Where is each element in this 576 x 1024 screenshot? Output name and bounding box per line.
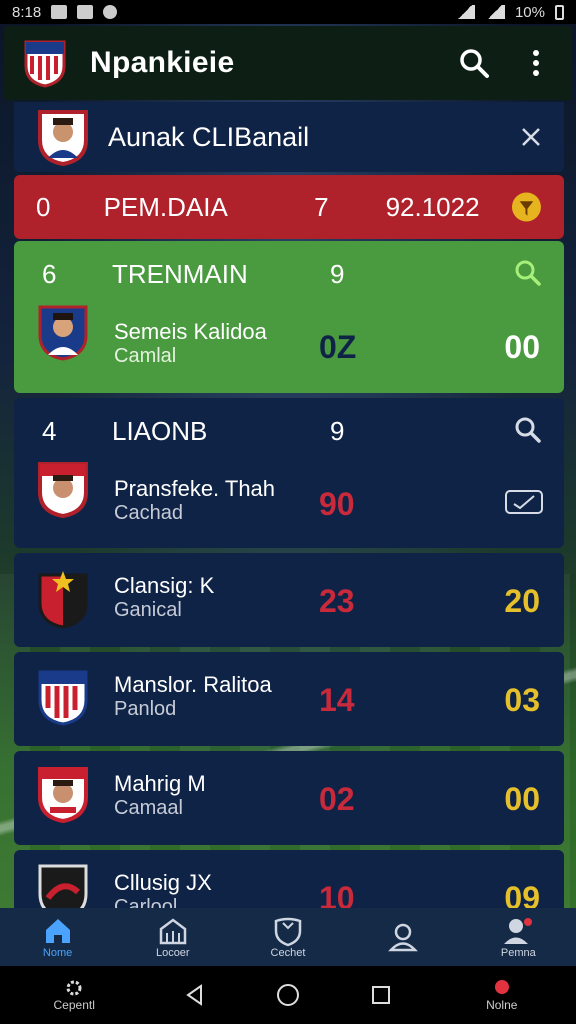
player-sub: Ganical (114, 599, 182, 621)
club-title: Aunak CLIBanail (108, 121, 310, 152)
score-right: 00 (504, 329, 540, 365)
settings-button[interactable]: Cepentl (34, 978, 114, 1012)
score-right: 09 (504, 880, 540, 908)
player-name: Clansig: K (114, 573, 215, 598)
row-team-name: PEM.DAIA (103, 191, 228, 222)
player-name: Mahrig M (114, 771, 206, 796)
player-card[interactable]: Manslor. Ralitoa Panlod 14 03 (14, 652, 564, 746)
nav-cechet[interactable]: Cechet (238, 915, 338, 959)
player-card[interactable]: Cllusig JX Carlool 10 09 (14, 850, 564, 908)
club-crest-icon (38, 864, 88, 908)
sysnav-right-label: Nolne (486, 998, 518, 1012)
more-menu-button[interactable] (518, 45, 554, 81)
player-sub: Panlod (114, 698, 177, 720)
person-icon (388, 923, 419, 952)
score-left: 14 (319, 682, 355, 718)
more-vert-icon (533, 50, 539, 76)
club-header: Aunak CLIBanail (14, 102, 564, 172)
nav-label: Locoer (155, 947, 190, 959)
home-circle-icon[interactable] (275, 982, 301, 1008)
player-name: Pransfeke. Thah (114, 476, 276, 501)
search-icon (460, 49, 489, 78)
gear-icon (66, 980, 82, 996)
wifi-icon (454, 5, 475, 19)
player-name: Semeis Kalidoa (114, 319, 267, 344)
club-crest-icon (38, 670, 88, 726)
score-left: 23 (319, 583, 355, 619)
row-team-name: TRENMAIN (112, 259, 248, 289)
nav-person[interactable] (353, 921, 453, 953)
score-left: 90 (319, 486, 355, 522)
row-rank: 6 (42, 259, 57, 289)
player-avatar (38, 305, 88, 361)
shield-icon (274, 917, 302, 947)
nav-profile[interactable]: Pemna (468, 915, 568, 959)
stadium-icon (159, 918, 187, 945)
gallery-icon (51, 5, 68, 19)
app-bar: Npankieie (4, 26, 572, 100)
standings-row-3[interactable]: 4 LIAONB 9 Pransfeke. Thah Cachad 90 (14, 398, 564, 548)
battery-icon (555, 4, 564, 20)
score-right: 20 (504, 583, 540, 619)
row-mid-value: 7 (314, 191, 329, 222)
filter-icon[interactable] (511, 191, 542, 223)
notification-icon (77, 5, 94, 19)
search-icon[interactable] (514, 416, 542, 444)
player-name: Cllusig JX (114, 870, 212, 895)
standings-row-1[interactable]: 0 PEM.DAIA 7 92.1022 (14, 175, 564, 239)
home-icon (45, 919, 70, 943)
score-left: 10 (319, 880, 355, 908)
alert-icon (494, 980, 509, 994)
nav-home[interactable]: Nome (8, 915, 108, 959)
row-rank: 0 (36, 191, 51, 222)
nav-label: Pemna (500, 947, 536, 959)
system-navigation: Cepentl Nolne (0, 966, 576, 1024)
bottom-navigation: Nome Locoer Cechet Pemna (0, 908, 576, 966)
row-rank: 4 (42, 416, 57, 446)
status-time: 8:18 (12, 3, 42, 21)
score-right: 03 (504, 682, 540, 718)
app-title: Npankieie (90, 46, 235, 79)
back-icon[interactable] (183, 983, 207, 1007)
player-avatar (38, 110, 88, 166)
player-sub: Camlal (114, 345, 177, 367)
player-avatar (38, 767, 88, 823)
battery-percent: 10% (514, 3, 545, 21)
nav-label: Nome (42, 947, 73, 959)
nav-label: Cechet (270, 947, 306, 959)
recents-icon[interactable] (369, 983, 393, 1007)
row-value: 92.1022 (385, 191, 480, 222)
score-left: 0Z (319, 329, 357, 365)
club-logo-icon (24, 40, 66, 88)
nav-locker[interactable]: Locoer (123, 915, 223, 959)
notifications-button[interactable]: Nolne (462, 978, 542, 1012)
club-crest-icon (38, 571, 88, 629)
score-left: 02 (319, 781, 355, 817)
player-name: Manslor. Ralitoa (114, 672, 272, 697)
search-button[interactable] (456, 45, 492, 81)
player-sub: Camaal (114, 797, 183, 819)
sysnav-left-label: Cepentl (53, 998, 95, 1012)
shield-status-icon (103, 5, 118, 19)
player-sub: Cachad (114, 502, 183, 524)
status-bar: 8:18 10% (0, 0, 576, 24)
player-card[interactable]: Clansig: K Ganical 23 20 (14, 553, 564, 647)
player-card[interactable]: Mahrig M Camaal 02 00 (14, 751, 564, 845)
standings-row-2[interactable]: 6 TRENMAIN 9 Semeis Kalidoa Camlal 0Z 00 (14, 241, 564, 393)
row-mid-value: 9 (330, 416, 345, 446)
score-right: 00 (504, 781, 540, 817)
player-sub: Carlool (114, 896, 178, 908)
search-icon[interactable] (514, 259, 542, 287)
close-icon[interactable] (520, 126, 542, 148)
row-team-name: LIAONB (112, 416, 208, 446)
signal-icon (484, 5, 505, 19)
player-avatar (38, 462, 88, 518)
row-mid-value: 9 (330, 259, 345, 289)
ticket-icon[interactable] (504, 488, 544, 516)
profile-alert-icon (504, 918, 533, 944)
